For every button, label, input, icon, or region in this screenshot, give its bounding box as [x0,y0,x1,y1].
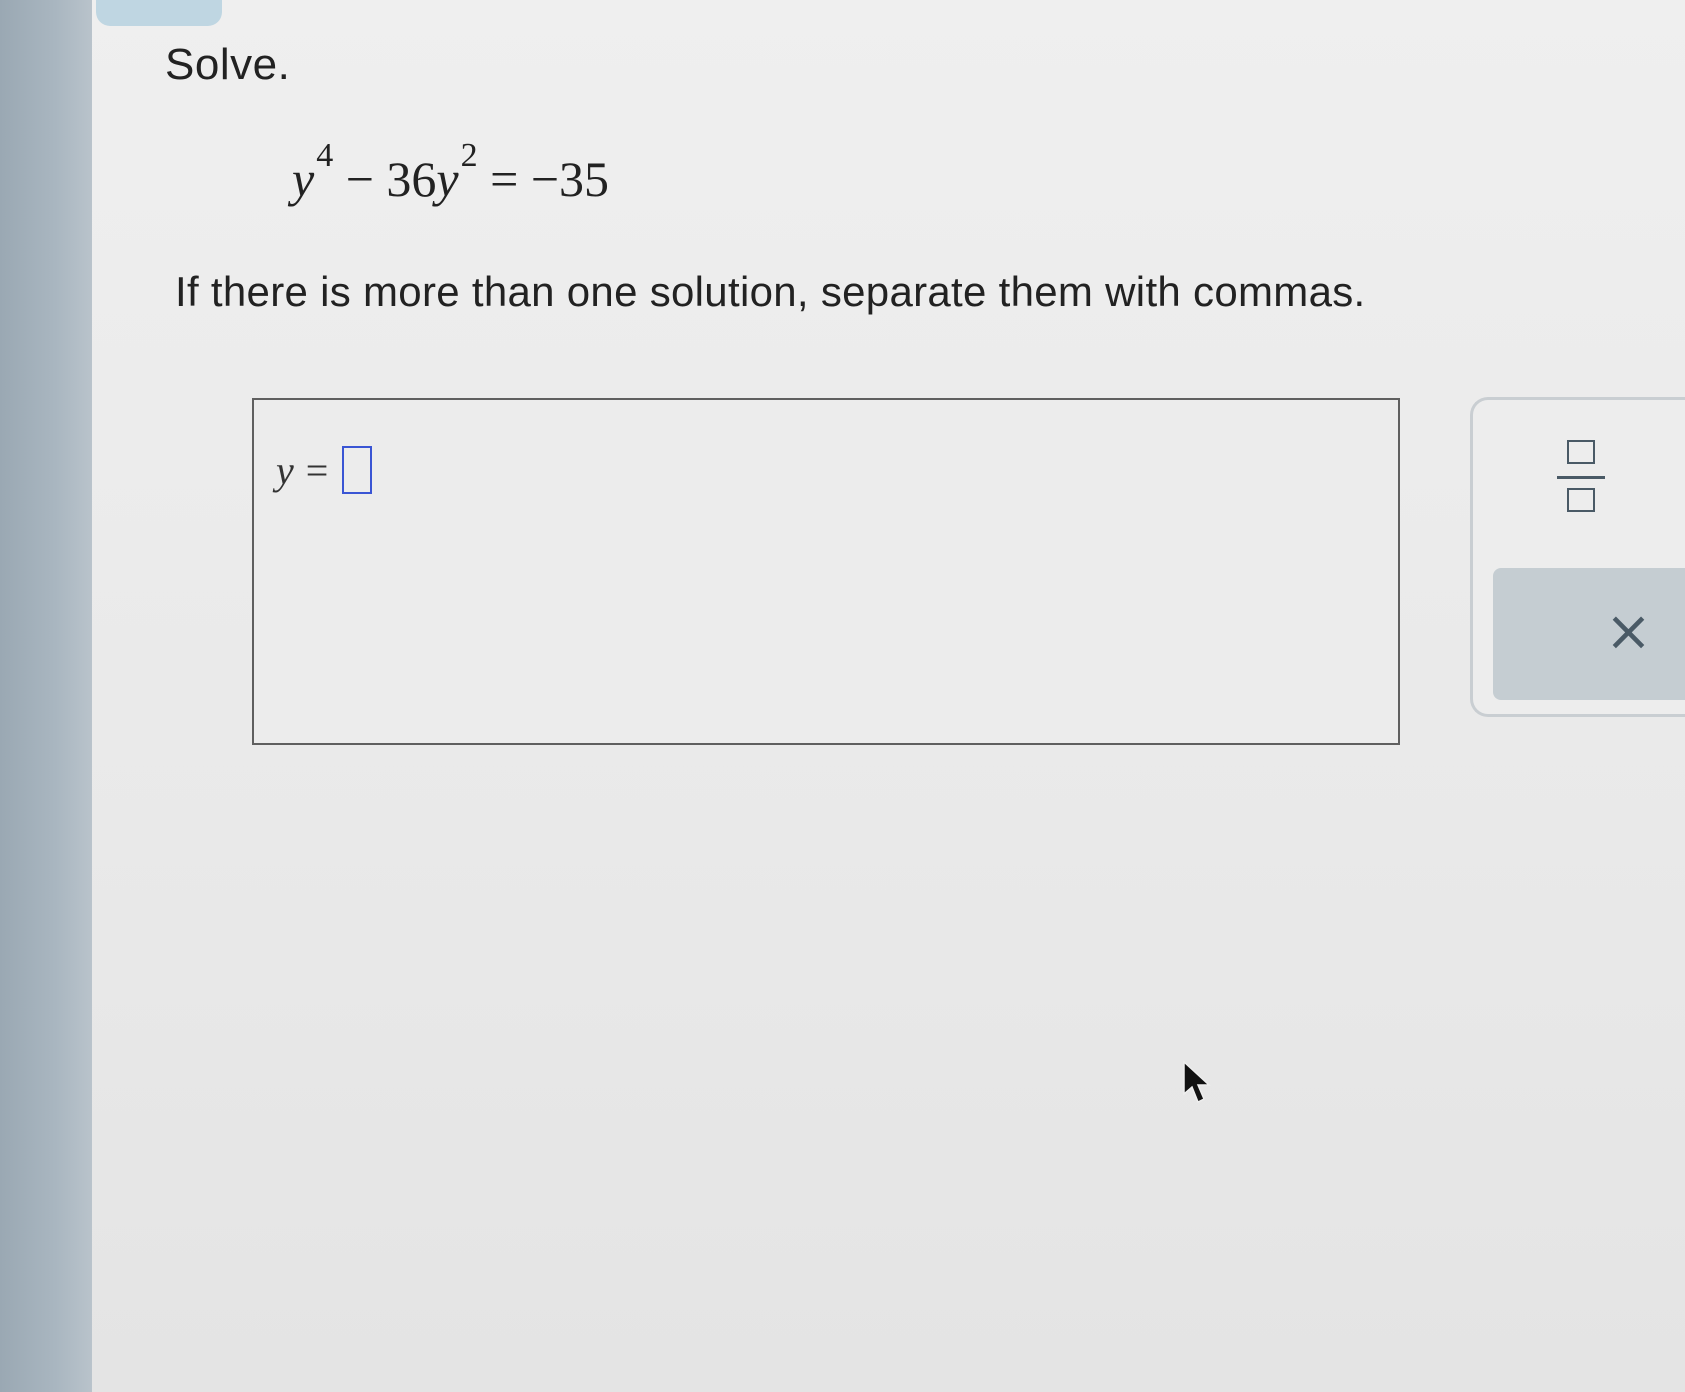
problem-title: Solve. [165,40,291,89]
close-icon: × [1605,599,1652,664]
mouse-cursor-icon [1183,1060,1211,1104]
equation-equals-sign: = [490,151,519,207]
instructions-text: If there is more than one solution, sepa… [175,268,1366,315]
answer-line: y = [276,446,373,494]
equation-term1-exponent: 4 [316,137,334,174]
clear-button[interactable]: × [1493,568,1685,700]
fraction-bar-icon [1557,476,1605,479]
equation-rhs: −35 [530,151,610,207]
equation-term2-var: y [436,151,459,207]
answer-equals-sign: = [305,447,329,493]
equation-minus-sign: − [345,151,374,207]
equation-term2-exponent: 2 [460,137,478,174]
fraction-numerator-icon [1567,440,1595,464]
top-tab[interactable] [96,0,222,26]
equation: y4 − 36y2 = −35 [292,137,610,230]
answer-input[interactable] [342,446,373,494]
equation-term1-var: y [292,151,315,207]
fraction-denominator-icon [1567,488,1595,512]
fraction-button[interactable] [1555,436,1615,526]
answer-area: y = [252,398,1400,745]
left-border-strip [0,0,92,1392]
math-tool-panel: × [1470,397,1685,717]
answer-variable: y [276,447,294,493]
equation-term2-coefficient: 36 [386,151,437,207]
